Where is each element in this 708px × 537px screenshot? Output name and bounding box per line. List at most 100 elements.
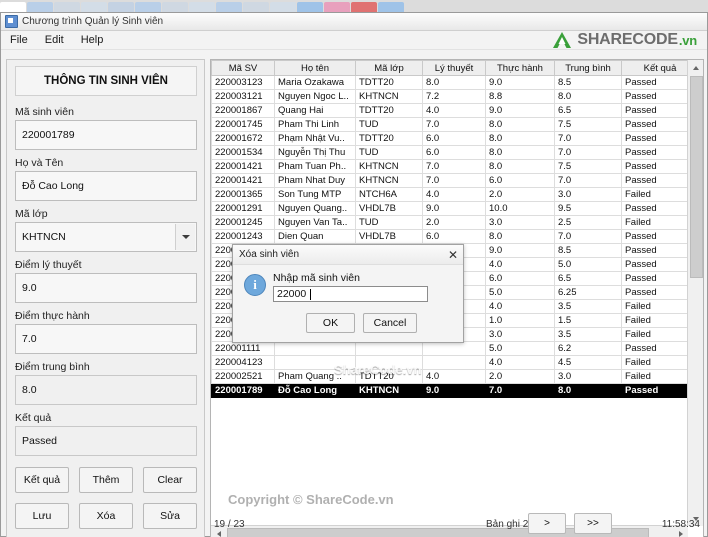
table-cell: 9.0 <box>485 103 555 118</box>
table-cell: 8.8 <box>485 89 555 104</box>
menu-item-edit[interactable]: Edit <box>42 33 72 48</box>
browser-tab-11[interactable] <box>270 2 296 12</box>
panel-title: THÔNG TIN SINH VIÊN <box>15 66 197 96</box>
browser-tab-8[interactable] <box>189 2 215 12</box>
col-ly-thuyet[interactable]: Lý thuyết <box>422 60 486 76</box>
table-cell: 220004123 <box>211 355 275 370</box>
table-cell: 8.5 <box>554 243 622 258</box>
table-cell: Passed <box>621 103 688 118</box>
menu-item-file[interactable]: File <box>7 33 36 48</box>
vertical-scroll-thumb[interactable] <box>690 76 703 278</box>
input-ho-va-ten[interactable]: Đỗ Cao Long <box>15 171 197 201</box>
col-ma-lop[interactable]: Mã lớp <box>355 60 423 76</box>
student-info-panel: THÔNG TIN SINH VIÊN Mã sinh viên 2200017… <box>6 59 205 537</box>
table-row[interactable]: 220001672 Phạm Nhật Vu.. TDTT20 6.0 8.0 7.0 Pa… <box>211 131 688 146</box>
col-ket-qua[interactable]: Kết quả <box>621 60 688 76</box>
table-cell: 8.5 <box>554 75 622 90</box>
table-cell: 6.25 <box>554 285 622 300</box>
table-row[interactable]: 220001243 Dien Quan VHDL7B 6.0 8.0 7.0 Passed <box>211 229 688 244</box>
table-cell: KHTNCN <box>355 173 423 188</box>
combo-ma-lop[interactable]: KHTNCN <box>15 222 197 252</box>
table-row[interactable]: 220001789 Đỗ Cao Long KHTNCN 9.0 7.0 8.0 Passe… <box>211 383 688 398</box>
table-cell: 2.0 <box>422 215 486 230</box>
table-row[interactable]: 220001245 Nguyen Van Ta.. TUD 2.0 3.0 2.5 Fail… <box>211 215 688 230</box>
browser-tab-10[interactable] <box>243 2 269 12</box>
table-cell: Passed <box>621 271 688 286</box>
col-ho-ten[interactable]: Họ tên <box>274 60 356 76</box>
table-cell: 6.0 <box>485 271 555 286</box>
table-row[interactable]: 220001867 Quang Hai TDTT20 4.0 9.0 6.5 Passed <box>211 103 688 118</box>
table-cell: 220001421 <box>211 173 275 188</box>
table-cell: 1.5 <box>554 313 622 328</box>
table-cell: 1.0 <box>485 313 555 328</box>
browser-tab-14[interactable] <box>351 2 377 12</box>
browser-tab-12[interactable] <box>297 2 323 12</box>
table-row[interactable]: 220003121 Nguyen Ngoc L.. KHTNCN 7.2 8.8 8.0 P… <box>211 89 688 104</box>
table-row[interactable]: 220002521 Pham Quang .. TDTT20 4.0 2.0 3.0 Fai… <box>211 369 688 384</box>
button-next-record[interactable]: > <box>528 513 566 534</box>
table-row[interactable]: 220001534 Nguyễn Thị Thu TUD 6.0 8.0 7.0 Passe… <box>211 145 688 160</box>
browser-tab-13[interactable] <box>324 2 350 12</box>
table-cell: 6.5 <box>554 103 622 118</box>
button-xoa[interactable]: Xóa <box>79 503 133 529</box>
col-trung-binh[interactable]: Trung bình <box>554 60 622 76</box>
browser-tab-6[interactable] <box>135 2 161 12</box>
button-last-record[interactable]: >> <box>574 513 612 534</box>
browser-tab-3[interactable] <box>54 2 80 12</box>
close-icon[interactable]: ✕ <box>445 247 461 262</box>
button-ket-qua[interactable]: Kết quả <box>15 467 69 493</box>
button-them[interactable]: Thêm <box>79 467 133 493</box>
menu-item-help[interactable]: Help <box>78 33 112 48</box>
browser-tab-2[interactable] <box>27 2 53 12</box>
input-diem-ly-thuyet[interactable]: 9.0 <box>15 273 197 303</box>
table-row[interactable]: 220001421 Pham Tuan Ph.. KHTNCN 7.0 8.0 7.5 Pa… <box>211 159 688 174</box>
table-row[interactable]: 220003123 Maria Ozakawa TDTT20 8.0 9.0 8.5 Pas… <box>211 75 688 90</box>
button-sua[interactable]: Sửa <box>143 503 197 529</box>
table-cell: TUD <box>355 145 423 160</box>
table-row[interactable]: 220001291 Nguyen Quang.. VHDL7B 9.0 10.0 9.5 P… <box>211 201 688 216</box>
table-cell: 10.0 <box>485 201 555 216</box>
status-bar: 19 / 23 Bản ghi 23/23 > >> 11:58:34 <box>210 511 704 537</box>
dialog-cancel-button[interactable]: Cancel <box>363 313 417 333</box>
browser-tab-1[interactable] <box>0 2 26 12</box>
dialog-student-id-input[interactable]: 22000 <box>273 286 428 302</box>
input-ma-sinh-vien[interactable]: 220001789 <box>15 120 197 150</box>
table-cell: 8.0 <box>422 75 486 90</box>
col-ma-sv[interactable]: Mã SV <box>211 60 275 76</box>
button-clear[interactable]: Clear <box>143 467 197 493</box>
browser-tab-15[interactable] <box>378 2 404 12</box>
table-cell: 5.0 <box>485 341 555 356</box>
label-diem-trung-binh: Điểm trung bình <box>15 361 90 373</box>
browser-tab-7[interactable] <box>162 2 188 12</box>
dialog-input-value: 22000 <box>277 288 307 300</box>
table-cell: 8.0 <box>485 117 555 132</box>
sharecode-logo-icon <box>552 31 572 49</box>
table-cell: 7.0 <box>485 383 555 398</box>
browser-tab-5[interactable] <box>108 2 134 12</box>
label-diem-ly-thuyet: Điểm lý thuyết <box>15 259 82 271</box>
table-cell: 9.0 <box>422 383 486 398</box>
table-vertical-scrollbar[interactable] <box>687 60 703 526</box>
table-cell: 8.0 <box>485 159 555 174</box>
table-row[interactable]: 220001745 Pham Thi Linh TUD 7.0 8.0 7.5 Passed <box>211 117 688 132</box>
chevron-down-icon[interactable] <box>175 224 195 250</box>
table-cell: 7.5 <box>554 117 622 132</box>
table-cell: Pham Tuan Ph.. <box>274 159 356 174</box>
table-cell: 4.0 <box>485 257 555 272</box>
table-cell: 220001243 <box>211 229 275 244</box>
table-cell: Failed <box>621 355 688 370</box>
table-cell: 4.0 <box>422 103 486 118</box>
scroll-up-icon[interactable] <box>688 60 703 75</box>
dialog-ok-button[interactable]: OK <box>306 313 355 333</box>
table-row[interactable]: 220001421 Pham Nhat Duy KHTNCN 7.0 6.0 7.0 Pas… <box>211 173 688 188</box>
browser-tab-9[interactable] <box>216 2 242 12</box>
table-row[interactable]: 220004123 4.0 4.5 Failed <box>211 355 688 370</box>
browser-tab-4[interactable] <box>81 2 107 12</box>
button-luu[interactable]: Lưu <box>15 503 69 529</box>
col-thuc-hanh[interactable]: Thực hành <box>485 60 555 76</box>
table-cell: 220001111 <box>211 341 275 356</box>
input-diem-thuc-hanh[interactable]: 7.0 <box>15 324 197 354</box>
table-row[interactable]: 220001111 5.0 6.2 Passed <box>211 341 688 356</box>
table-cell: 220001745 <box>211 117 275 132</box>
table-row[interactable]: 220001365 Son Tung MTP NTCH6A 4.0 2.0 3.0 Fail… <box>211 187 688 202</box>
